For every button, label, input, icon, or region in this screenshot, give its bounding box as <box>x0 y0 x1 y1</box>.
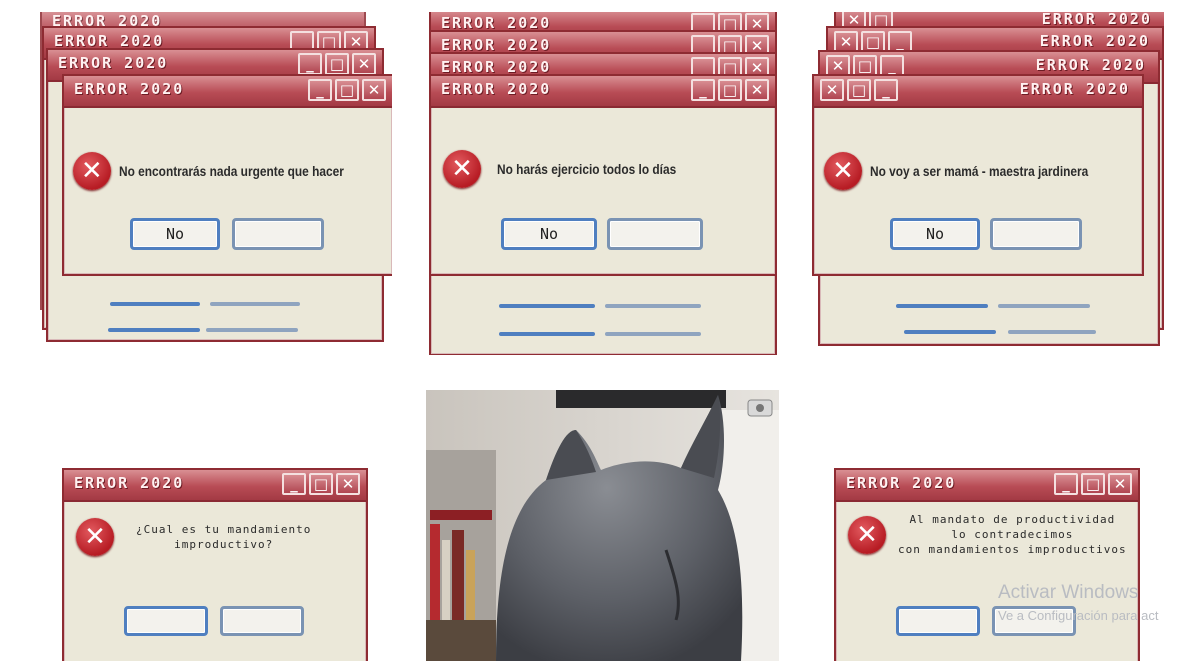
stacked-button-edge <box>108 328 200 332</box>
window-title: ERROR 2020 <box>1035 56 1146 74</box>
window-title: ERROR 2020 <box>1039 32 1150 50</box>
maximize-icon[interactable]: □ <box>847 79 871 101</box>
no-button[interactable]: No <box>890 218 980 250</box>
error-dialog: ERROR 2020 ✕ □ _ ✕ No voy a ser mamá - mae… <box>812 74 1144 276</box>
stacked-button-edge <box>896 304 988 308</box>
close-icon[interactable]: ✕ <box>820 79 844 101</box>
error-panel-4: ERROR 2020 _ □ ✕ ✕ ¿Cual es tu mandamiento… <box>40 390 392 661</box>
maximize-icon[interactable]: □ <box>309 473 333 495</box>
blank-button[interactable] <box>990 218 1082 250</box>
error-message: No harás ejercicio todos lo días <box>497 161 677 177</box>
error-panel-2: ERROR 2020 _ □ ✕ ERROR 2020 _ □ ✕ ERROR 2020… <box>425 12 780 355</box>
close-icon[interactable]: ✕ <box>1108 473 1132 495</box>
error-message: Al mandato de productividad lo contradec… <box>898 513 1127 556</box>
minimize-icon[interactable]: _ <box>308 79 332 101</box>
stacked-button-edge <box>904 330 996 334</box>
maximize-icon[interactable]: □ <box>335 79 359 101</box>
maximize-icon[interactable]: □ <box>1081 473 1105 495</box>
stacked-button-edge <box>499 304 595 308</box>
close-icon[interactable]: ✕ <box>745 79 769 101</box>
cat-photo <box>426 390 779 661</box>
stacked-button-edge <box>206 328 298 332</box>
error-dialog: ERROR 2020 _ □ ✕ ✕ ¿Cual es tu mandamiento… <box>62 468 368 661</box>
minimize-icon[interactable]: _ <box>874 79 898 101</box>
blank-button-primary[interactable] <box>124 606 208 636</box>
error-panel-1: ERROR 2020 ERROR 2020 _ □ ✕ ERROR 2020 _ □ ✕… <box>40 12 392 355</box>
error-x-icon: ✕ <box>824 152 862 190</box>
error-panel-3: ERROR 2020 ✕ □ ERROR 2020 ✕ □ _ ERROR 2020 … <box>812 12 1164 355</box>
error-message: ¿Cual es tu mandamiento improductivo? <box>136 523 312 551</box>
no-button[interactable]: No <box>501 218 597 250</box>
stacked-button-edge <box>210 302 300 306</box>
error-x-icon: ✕ <box>848 515 886 554</box>
error-x-icon: ✕ <box>72 152 111 190</box>
window-title: ERROR 2020 <box>846 474 957 492</box>
stacked-button-edge <box>1008 330 1096 334</box>
activate-windows-title: Activar Windows <box>998 582 1139 603</box>
error-message: No voy a ser mamá - maestra jardinera <box>870 163 1089 179</box>
stacked-button-edge <box>998 304 1090 308</box>
window-title: ERROR 2020 <box>74 80 185 98</box>
stacked-button-edge <box>605 304 701 308</box>
stacked-button-edge <box>605 332 701 336</box>
minimize-icon[interactable]: _ <box>691 79 715 101</box>
error-x-icon: ✕ <box>76 518 114 556</box>
minimize-icon[interactable]: _ <box>1054 473 1078 495</box>
error-dialog: ERROR 2020 _ □ ✕ ✕ No harás ejercicio todo… <box>429 74 777 276</box>
activate-windows-subtitle: Ve a Configuración para act <box>998 608 1159 623</box>
window-title: ERROR 2020 <box>441 80 552 98</box>
error-dialog: ERROR 2020 _ □ ✕ ✕ Al mandato de productiv… <box>834 468 1140 661</box>
window-title: ERROR 2020 <box>1019 80 1130 98</box>
cat-photo-illustration <box>426 390 779 661</box>
minimize-icon[interactable]: _ <box>298 53 322 75</box>
no-button[interactable]: No <box>130 218 220 250</box>
maximize-icon[interactable]: □ <box>325 53 349 75</box>
minimize-icon[interactable]: _ <box>282 473 306 495</box>
error-dialog: ERROR 2020 _ □ ✕ ✕ No encontrarás nada urg… <box>62 74 392 276</box>
error-x-icon: ✕ <box>443 150 481 188</box>
close-icon[interactable]: ✕ <box>336 473 360 495</box>
maximize-icon[interactable]: □ <box>718 79 742 101</box>
close-icon[interactable]: ✕ <box>362 79 386 101</box>
blank-button-primary[interactable] <box>896 606 980 636</box>
blank-button[interactable] <box>232 218 324 250</box>
stacked-button-edge <box>110 302 200 306</box>
blank-button[interactable] <box>607 218 703 250</box>
error-message: No encontrarás nada urgente que hacer <box>118 163 344 179</box>
window-title: ERROR 2020 <box>58 54 169 72</box>
blank-button[interactable] <box>220 606 304 636</box>
window-title: ERROR 2020 <box>74 474 185 492</box>
close-icon[interactable]: ✕ <box>352 53 376 75</box>
stacked-button-edge <box>499 332 595 336</box>
